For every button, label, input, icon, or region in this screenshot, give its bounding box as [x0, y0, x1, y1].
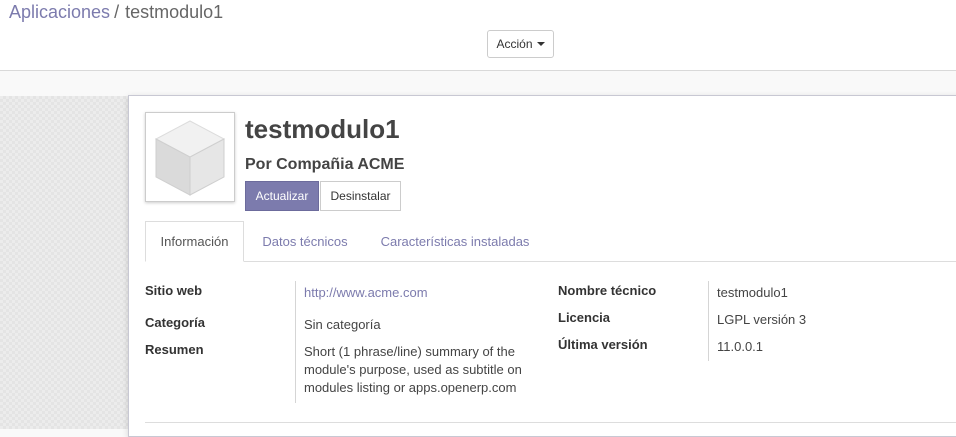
- category-label: Categoría: [145, 315, 205, 330]
- license-label: Licencia: [558, 310, 611, 325]
- background-pattern: [0, 96, 128, 429]
- breadcrumb-current: testmodulo1: [125, 2, 224, 22]
- caret-down-icon: [536, 42, 545, 46]
- module-author: Por Compañia ACME: [245, 156, 405, 173]
- action-dropdown-button[interactable]: Acción: [487, 30, 554, 58]
- tab-bar: Información Datos técnicos Característic…: [145, 221, 956, 262]
- website-link[interactable]: http://www.acme.com: [304, 284, 428, 302]
- update-button[interactable]: Actualizar: [245, 181, 319, 211]
- breadcrumb-apps-link[interactable]: Aplicaciones: [9, 2, 110, 22]
- latest-version-value: 11.0.0.1: [717, 339, 764, 354]
- breadcrumb-separator: /: [114, 2, 120, 22]
- field-divider: [708, 281, 709, 361]
- tab-caracteristicas-instaladas[interactable]: Características instaladas: [371, 221, 539, 261]
- latest-version-label: Última versión: [558, 337, 648, 352]
- summary-value: Short (1 phrase/line) summary of the mod…: [304, 344, 522, 395]
- summary-label: Resumen: [145, 342, 204, 357]
- technical-name-value: testmodulo1: [717, 285, 788, 300]
- category-value: Sin categoría: [304, 317, 381, 332]
- breadcrumb: Aplicaciones / testmodulo1: [9, 2, 223, 23]
- module-cube-icon: [145, 112, 235, 202]
- technical-name-label: Nombre técnico: [558, 283, 657, 298]
- module-title: testmodulo1: [245, 114, 400, 144]
- tab-informacion[interactable]: Información: [145, 221, 244, 262]
- field-divider: [295, 281, 296, 403]
- section-divider: [145, 422, 956, 423]
- control-panel: Aplicaciones / testmodulo1 Acción: [0, 0, 956, 71]
- license-value: LGPL versión 3: [717, 312, 807, 327]
- action-button-label: Acción: [496, 37, 533, 51]
- uninstall-button[interactable]: Desinstalar: [320, 181, 401, 211]
- form-sheet: testmodulo1 Por Compañia ACME Actualizar…: [128, 95, 956, 437]
- tab-datos-tecnicos[interactable]: Datos técnicos: [249, 221, 361, 261]
- website-label: Sitio web: [145, 283, 203, 298]
